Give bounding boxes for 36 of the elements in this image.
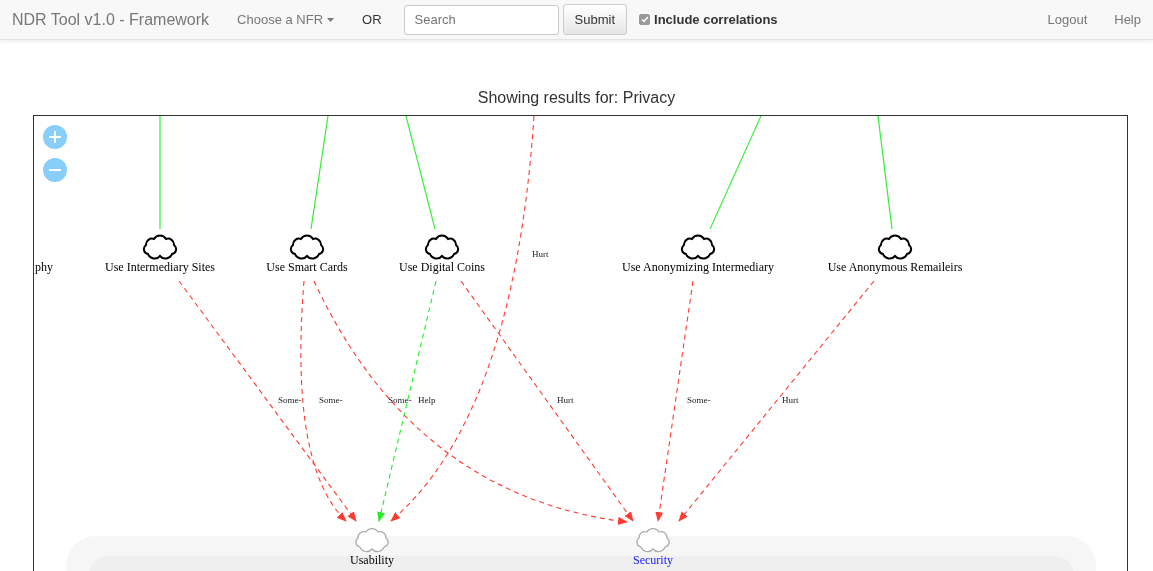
app-title[interactable]: NDR Tool v1.0 - Framework (12, 10, 210, 29)
nav-link[interactable]: Logout (1047, 12, 1088, 27)
submit-button[interactable]: Submit (562, 4, 628, 35)
edge-label: Some- (687, 395, 711, 405)
cloud-icon (355, 528, 389, 553)
edge-label: Some- (278, 395, 302, 405)
edge-label: Hurt (557, 395, 574, 405)
node-label[interactable]: Use Smart Cards (266, 260, 348, 274)
edge-label: Hurt (532, 249, 549, 259)
checkbox[interactable] (639, 14, 651, 25)
node-label[interactable]: Use Digital Coins (399, 260, 485, 274)
edge-label: Some- (388, 395, 412, 405)
node-label[interactable]: phy (35, 260, 53, 274)
node-label[interactable]: Use Anonymizing Intermediary (622, 260, 774, 274)
caret-icon (327, 17, 335, 22)
nfr-dropdown[interactable]: Choose a NFR (237, 12, 335, 27)
edge-label: Help (418, 395, 436, 405)
search-field[interactable]: Search (403, 4, 559, 35)
zoom-in-button[interactable] (43, 125, 67, 149)
cloud-icon (289, 234, 325, 260)
node-label[interactable]: Use Anonymous Remaileirs (827, 260, 963, 274)
cloud-icon (636, 528, 670, 553)
or-label: OR (362, 12, 382, 27)
results-heading: Showing results for: Privacy (477, 88, 676, 108)
node-label[interactable]: Usability (350, 553, 394, 567)
node-label[interactable]: Use Intermediary Sites (105, 260, 215, 274)
nav-link[interactable]: Help (1114, 12, 1141, 27)
cloud-icon (877, 234, 913, 260)
cloud-icon (424, 234, 460, 260)
node-label[interactable]: Security (633, 553, 673, 567)
cloud-icon (142, 234, 178, 260)
edge-label: Hurt (782, 395, 799, 405)
zoom-out-button[interactable] (43, 158, 67, 182)
edge-label: Some- (319, 395, 343, 405)
cloud-icon (680, 234, 716, 260)
checkbox-label[interactable]: Include correlations (654, 12, 778, 27)
